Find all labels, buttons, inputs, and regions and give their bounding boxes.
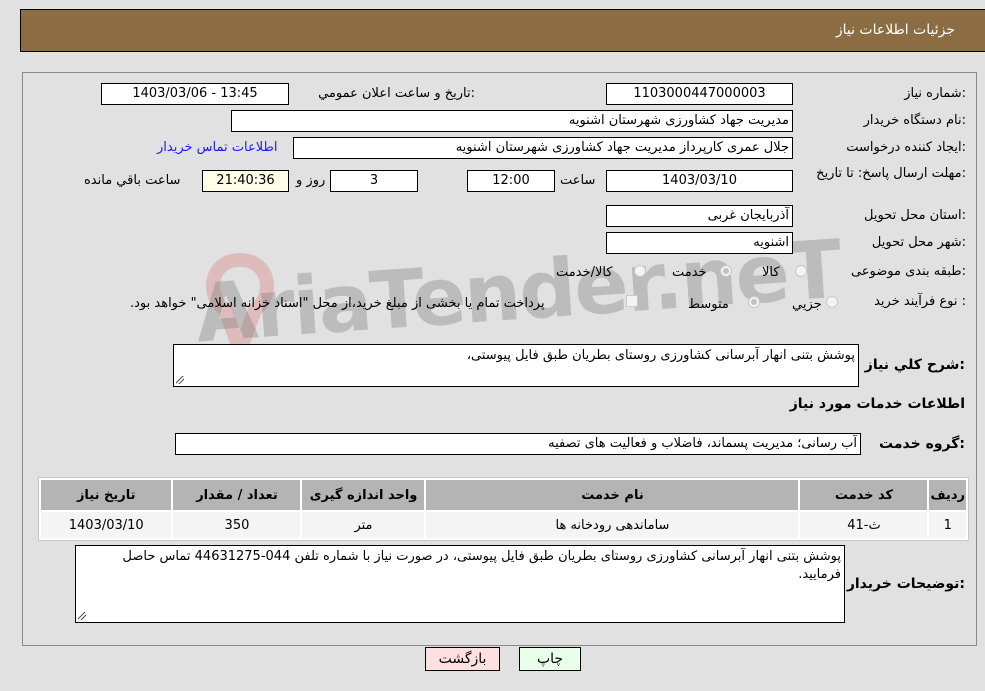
- days-label: روز و: [296, 173, 326, 188]
- purchase-option-minor: جزيي: [792, 297, 822, 312]
- cell-service-code: ث-41: [800, 512, 928, 538]
- back-button[interactable]: بازگشت: [425, 647, 500, 671]
- category-option-service: خدمت: [672, 265, 707, 280]
- page-title: جزئيات اطلاعات نياز: [835, 22, 955, 38]
- general-description-label: شرح كلي نياز:: [864, 357, 965, 373]
- purchase-option-medium: متوسط: [688, 297, 729, 312]
- resize-grip-icon[interactable]: [78, 612, 86, 620]
- service-group-label: گروه خدمت:: [879, 436, 965, 452]
- col-header-service-code: كد خدمت: [800, 480, 928, 510]
- announce-datetime-label: تاريخ و ساعت اعلان عمومي:: [318, 86, 475, 101]
- table-row: 1 ث-41 ساماندهی رودخانه ها متر 350 1403/…: [41, 512, 966, 538]
- cell-row-number: 1: [929, 512, 966, 538]
- buyer-notes-text: پوشش بتنی انهار آبرسانی كشاورزی روستای ب…: [122, 549, 841, 582]
- category-option-goods-service: كالا/خدمت: [556, 265, 613, 280]
- purchase-radio-medium[interactable]: [748, 296, 760, 308]
- category-radio-goods-service[interactable]: [634, 265, 646, 277]
- deadline-time-label: ساعت: [560, 173, 596, 188]
- province-field: آذربايجان غربی: [606, 205, 793, 227]
- cell-quantity: 350: [173, 512, 301, 538]
- buyer-org-field: مديريت جهاد كشاورزی شهرستان اشنويه: [231, 110, 793, 132]
- purchase-radio-minor[interactable]: [826, 296, 838, 308]
- purchase-type-label: نوع فرآيند خريد :: [874, 294, 966, 309]
- requester-label: ايجاد كننده درخواست:: [846, 140, 966, 155]
- general-description-textarea[interactable]: پوشش بتنی انهار آبرسانی كشاورزی روستای ب…: [173, 344, 859, 387]
- province-label: استان محل تحويل:: [864, 208, 966, 223]
- col-header-need-date: تاريخ نياز: [41, 480, 172, 510]
- time-remaining-label: ساعت باقي مانده: [84, 173, 181, 188]
- buyer-contact-link[interactable]: اطلاعات تماس خريدار: [157, 140, 277, 155]
- need-number-field: 1103000447000003: [606, 83, 793, 105]
- requester-field: جلال عمری كارپرداز مديريت جهاد كشاورزی ش…: [293, 137, 793, 159]
- deadline-label: مهلت ارسال پاسخ: تا تاريخ:: [816, 166, 966, 181]
- category-radio-goods[interactable]: [795, 265, 807, 277]
- services-section-title: اطلاعات خدمات مورد نياز: [789, 396, 965, 412]
- resize-grip-icon[interactable]: [176, 376, 184, 384]
- announce-datetime-field: 1403/03/06 - 13:45: [101, 83, 289, 105]
- cell-unit: متر: [302, 512, 425, 538]
- print-button[interactable]: چاپ: [519, 647, 581, 671]
- city-field: اشنويه: [606, 232, 793, 254]
- cell-need-date: 1403/03/10: [41, 512, 172, 538]
- buyer-notes-textarea[interactable]: پوشش بتنی انهار آبرسانی كشاورزی روستای ب…: [75, 545, 845, 623]
- category-radio-service[interactable]: [720, 265, 732, 277]
- col-header-row-number: رديف: [929, 480, 966, 510]
- buyer-org-label: نام دستگاه خريدار:: [863, 113, 966, 128]
- treasury-note: پرداخت تمام يا بخشی از مبلغ خريد،از محل …: [130, 296, 545, 311]
- deadline-time-field: 12:00: [467, 170, 555, 192]
- deadline-date-field: 1403/03/10: [606, 170, 793, 192]
- buyer-notes-label: توضيحات خريدار:: [846, 576, 965, 592]
- table-header-row: رديف كد خدمت نام خدمت واحد اندازه گيری ت…: [41, 480, 966, 510]
- category-option-goods: كالا: [762, 265, 780, 280]
- city-label: شهر محل تحويل:: [871, 235, 966, 250]
- general-description-text: پوشش بتنی انهار آبرسانی كشاورزی روستای ب…: [466, 348, 855, 363]
- need-number-label: شماره نياز:: [904, 86, 966, 101]
- services-table: رديف كد خدمت نام خدمت واحد اندازه گيری ت…: [38, 477, 969, 541]
- col-header-unit: واحد اندازه گيری: [302, 480, 425, 510]
- days-remaining-field: 3: [330, 170, 418, 192]
- category-label: طبقه بندی موضوعی:: [850, 264, 966, 279]
- page-header: جزئيات اطلاعات نياز: [20, 9, 985, 52]
- col-header-service-name: نام خدمت: [426, 480, 799, 510]
- time-remaining-field: 21:40:36: [202, 170, 289, 192]
- treasury-checkbox[interactable]: [626, 295, 638, 307]
- service-group-field: آب رسانی؛ مديريت پسماند، فاضلاب و فعاليت…: [175, 433, 861, 455]
- col-header-quantity: تعداد / مقدار: [173, 480, 301, 510]
- cell-service-name: ساماندهی رودخانه ها: [426, 512, 799, 538]
